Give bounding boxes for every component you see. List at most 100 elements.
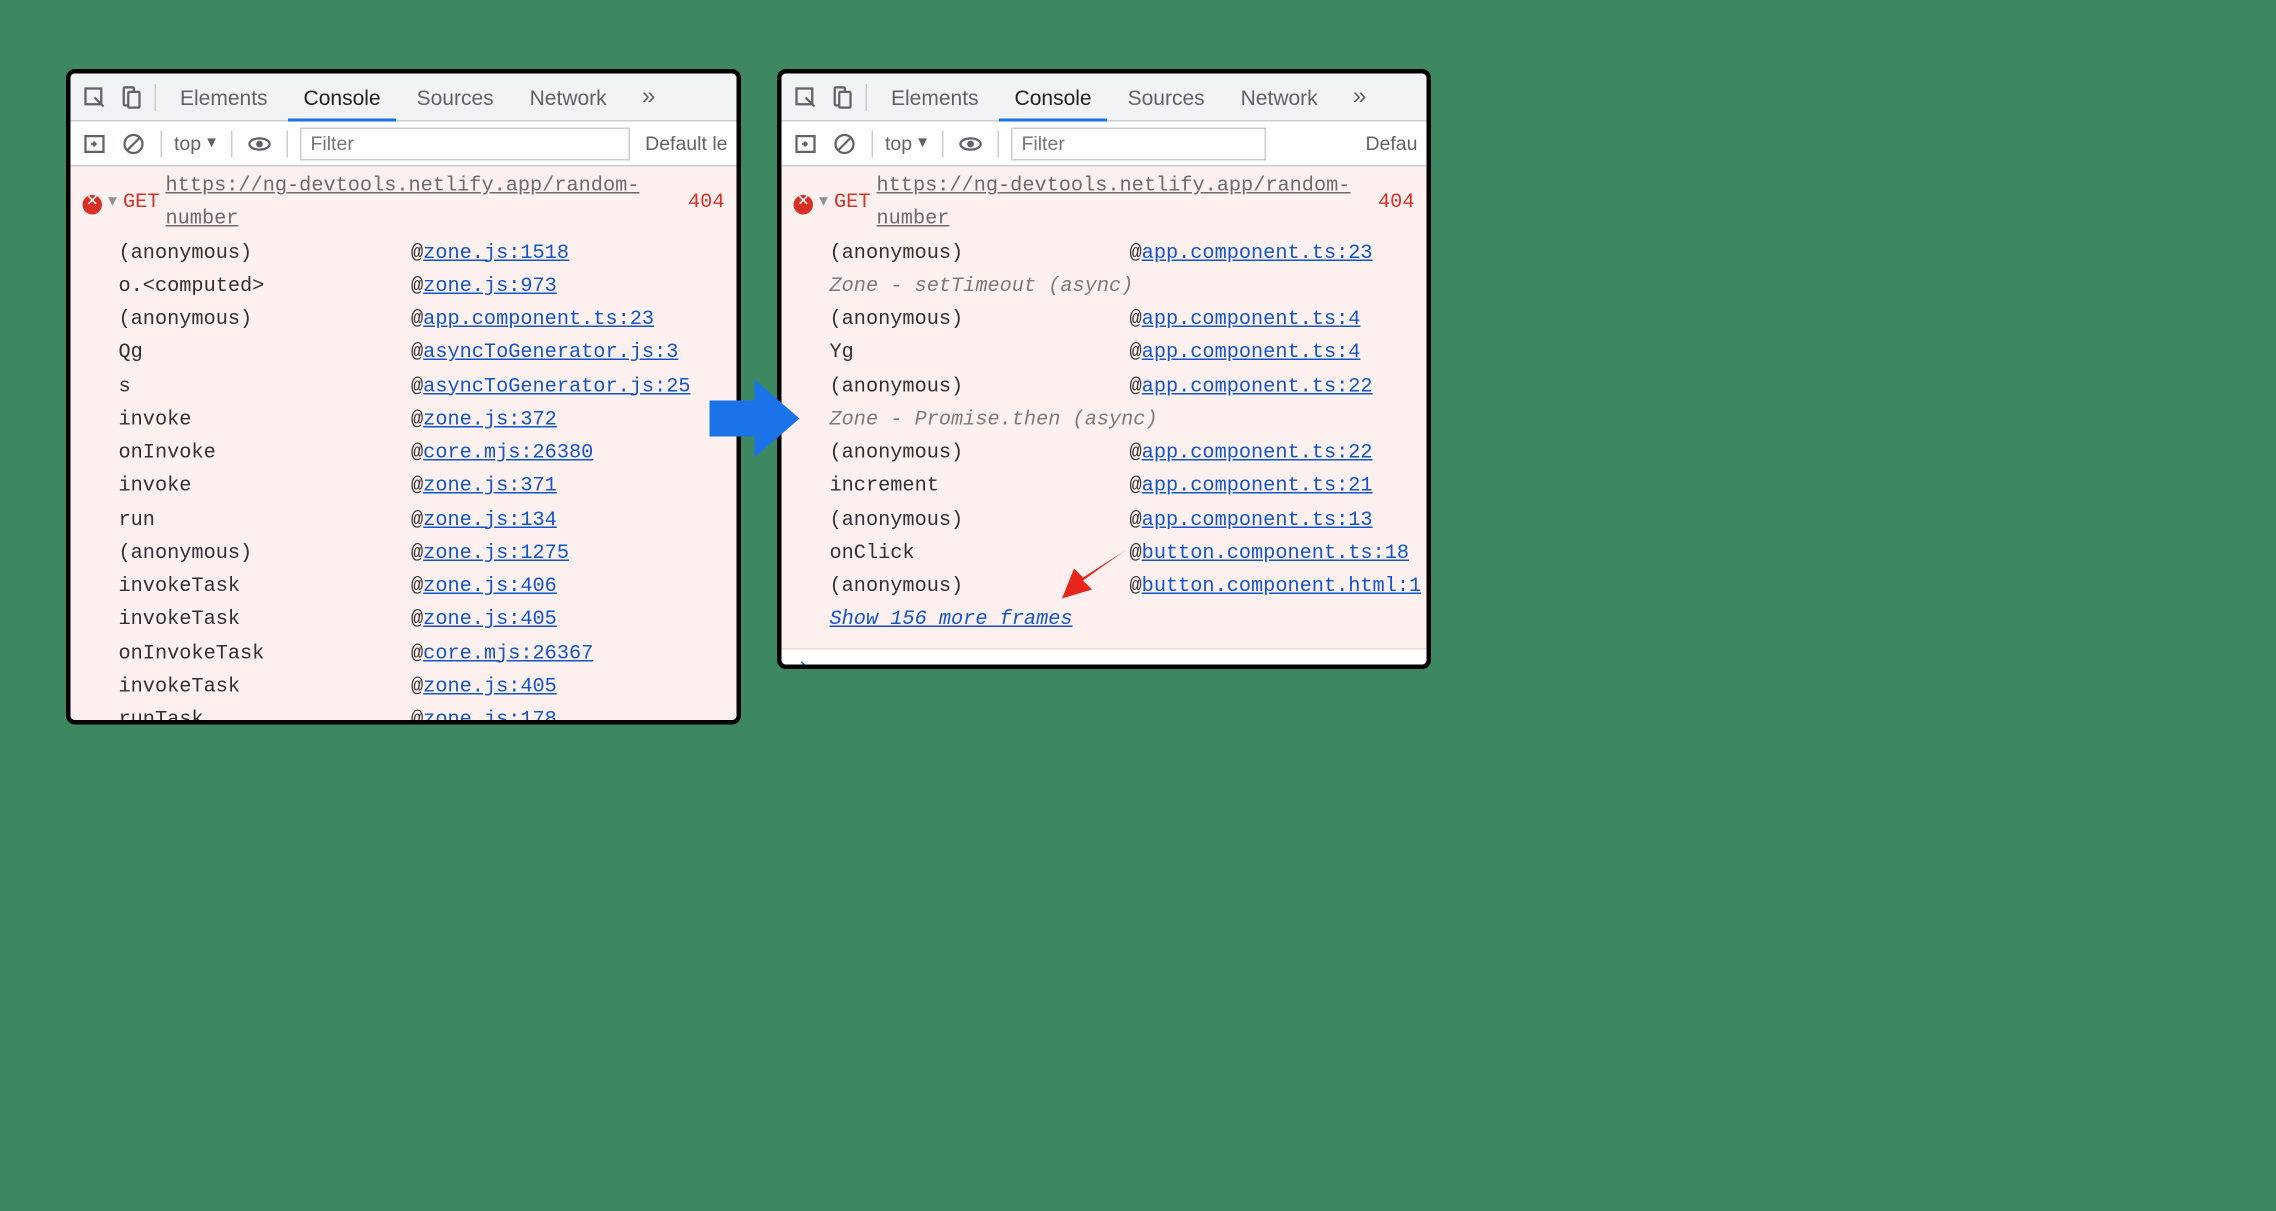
source-link[interactable]: button.component.html:1 [1142,572,1422,605]
filter-input[interactable] [300,127,630,160]
source-link[interactable]: zone.js:973 [423,271,557,304]
http-status: 404 [1378,188,1414,221]
frame-at: @ [1130,572,1142,605]
frame-at: @ [1130,238,1142,271]
console-toolbar: top ▼ Defau [782,122,1427,167]
device-toggle-icon[interactable] [827,82,857,112]
inspect-icon[interactable] [80,82,110,112]
stack-frame: (anonymous)@ app.component.ts:22 [830,438,1415,471]
tab-elements[interactable]: Elements [876,73,994,121]
source-link[interactable]: zone.js:1275 [423,538,569,571]
frame-at: @ [411,238,423,271]
frame-at: @ [411,472,423,505]
context-selector[interactable]: top ▼ [885,132,930,155]
tab-elements[interactable]: Elements [165,73,283,121]
frame-at: @ [411,371,423,404]
frame-at: @ [1130,438,1142,471]
show-more-frames-link[interactable]: Show 156 more frames [830,605,1073,638]
frame-at: @ [411,605,423,638]
http-method: GET [834,188,870,221]
disclosure-triangle-icon[interactable]: ▼ [819,192,828,217]
frame-function: runTask [119,705,412,724]
request-url[interactable]: https://ng-devtools.netlify.app/random-n… [876,171,1372,238]
stack-frame: invoke@ zone.js:371 [119,472,725,505]
source-link[interactable]: button.component.ts:18 [1142,538,1409,571]
zone-separator: Zone - Promise.then (async) [830,405,1415,438]
frame-at: @ [1130,505,1142,538]
clear-console-icon[interactable] [119,128,149,158]
source-link[interactable]: app.component.ts:21 [1142,472,1373,505]
divider [872,130,874,157]
inspect-icon[interactable] [791,82,821,112]
source-link[interactable]: app.component.ts:4 [1142,338,1361,371]
source-link[interactable]: app.component.ts:13 [1142,505,1373,538]
frame-function: s [119,371,412,404]
frame-at: @ [411,305,423,338]
source-link[interactable]: zone.js:405 [423,672,557,705]
source-link[interactable]: core.mjs:26367 [423,639,593,672]
frame-at: @ [1130,538,1142,571]
disclosure-triangle-icon[interactable]: ▼ [108,192,117,217]
more-tabs-icon[interactable]: » [634,82,664,112]
console-sidebar-toggle-icon[interactable] [791,128,821,158]
log-levels-selector[interactable]: Default le [645,132,727,155]
frame-function: invokeTask [119,605,412,638]
frame-at: @ [411,271,423,304]
source-link[interactable]: zone.js:406 [423,572,557,605]
frame-at: @ [411,672,423,705]
tab-network[interactable]: Network [515,73,622,121]
more-tabs-icon[interactable]: » [1345,82,1375,112]
device-toggle-icon[interactable] [116,82,146,112]
error-icon: ✕ [794,195,814,215]
frame-function: Yg [830,338,1130,371]
source-link[interactable]: zone.js:372 [423,405,557,438]
stack-frame: run@ zone.js:134 [119,505,725,538]
frame-at: @ [1130,305,1142,338]
clear-console-icon[interactable] [830,128,860,158]
devtools-tabstrip: Elements Console Sources Network » [71,74,737,122]
request-url[interactable]: https://ng-devtools.netlify.app/random-n… [165,171,682,238]
prompt-chevron-icon: › [797,654,811,669]
tab-console[interactable]: Console [1000,73,1107,121]
filter-input[interactable] [1011,127,1266,160]
divider [942,130,944,157]
source-link[interactable]: app.component.ts:4 [1142,305,1361,338]
frame-at: @ [411,405,423,438]
console-sidebar-toggle-icon[interactable] [80,128,110,158]
source-link[interactable]: zone.js:405 [423,605,557,638]
source-link[interactable]: app.component.ts:22 [1142,371,1373,404]
stack-frame: onInvoke@ core.mjs:26380 [119,438,725,471]
source-link[interactable]: asyncToGenerator.js:3 [423,338,678,371]
source-link[interactable]: app.component.ts:23 [423,305,654,338]
source-link[interactable]: app.component.ts:22 [1142,438,1373,471]
frame-function: (anonymous) [119,538,412,571]
log-levels-selector[interactable]: Defau [1365,132,1417,155]
stack-frame: runTask@ zone.js:178 [119,705,725,724]
source-link[interactable]: zone.js:371 [423,472,557,505]
zone-separator: Zone - setTimeout (async) [830,271,1415,304]
live-expression-icon[interactable] [955,128,985,158]
transition-arrow-icon [710,380,800,458]
tab-sources[interactable]: Sources [402,73,509,121]
frame-function: onInvoke [119,438,412,471]
tab-network[interactable]: Network [1226,73,1333,121]
frame-function: (anonymous) [830,371,1130,404]
console-prompt[interactable]: › [782,649,1427,669]
frame-function: invokeTask [119,672,412,705]
tab-console[interactable]: Console [289,73,396,121]
source-link[interactable]: zone.js:178 [423,705,557,724]
frame-function: (anonymous) [119,238,412,271]
source-link[interactable]: core.mjs:26380 [423,438,593,471]
source-link[interactable]: asyncToGenerator.js:25 [423,371,690,404]
chevron-down-icon: ▼ [915,135,930,152]
frame-function: onInvokeTask [119,639,412,672]
source-link[interactable]: app.component.ts:23 [1142,238,1373,271]
source-link[interactable]: zone.js:134 [423,505,557,538]
source-link[interactable]: zone.js:1518 [423,238,569,271]
divider [866,83,868,110]
tab-sources[interactable]: Sources [1113,73,1220,121]
live-expression-icon[interactable] [244,128,274,158]
frame-at: @ [411,705,423,724]
frame-function: (anonymous) [830,238,1130,271]
context-selector[interactable]: top ▼ [174,132,219,155]
